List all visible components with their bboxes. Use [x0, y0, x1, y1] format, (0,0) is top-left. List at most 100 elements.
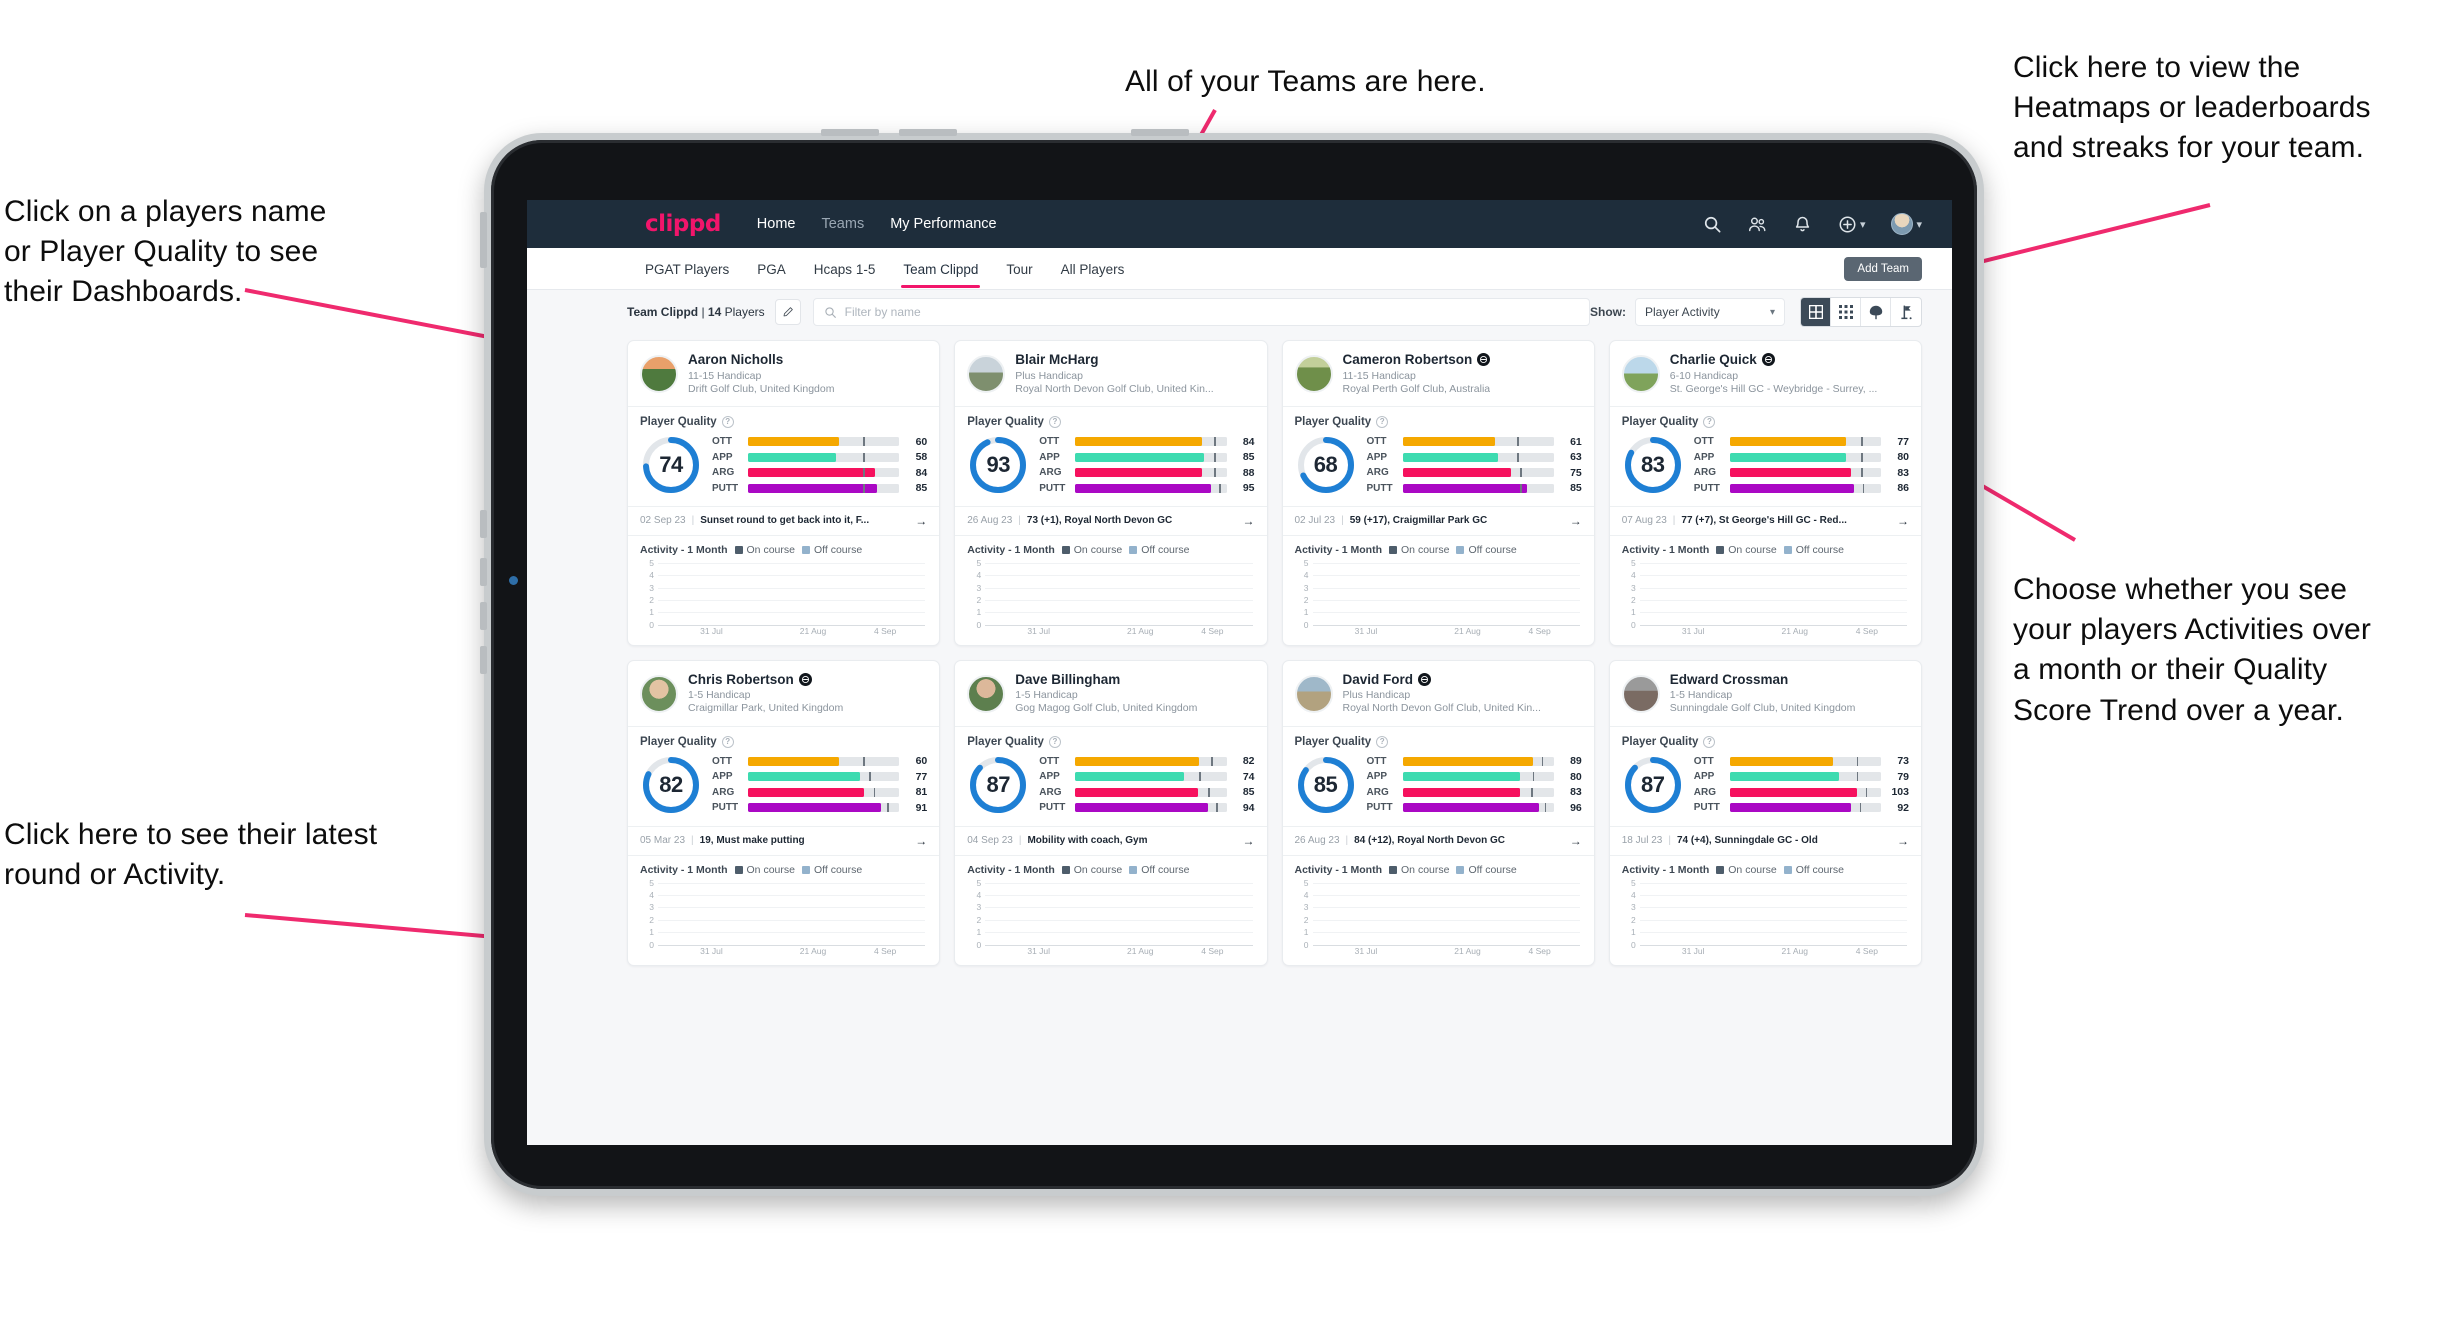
- quality-metric-row: PUTT 94: [1039, 802, 1254, 814]
- latest-round-row[interactable]: 05 Mar 23 | 19, Must make putting →: [628, 825, 940, 856]
- bell-icon[interactable]: [1793, 215, 1812, 234]
- metric-track: [1729, 772, 1881, 782]
- latest-round-row[interactable]: 04 Sep 23 | Mobility with coach, Gym →: [955, 825, 1267, 856]
- help-icon[interactable]: ?: [1048, 735, 1061, 748]
- arrow-right-icon[interactable]: →: [915, 514, 927, 528]
- player-card-header[interactable]: Cameron Robertson 11-15 Handicap Royal Per…: [1283, 341, 1594, 406]
- player-card-header[interactable]: David Ford Plus Handicap Royal North Devon…: [1283, 661, 1594, 726]
- edit-team-button[interactable]: [774, 299, 801, 325]
- search-input[interactable]: Filter by name: [812, 298, 1590, 326]
- player-card-header[interactable]: Aaron Nicholls 11-15 Handicap Drift Golf C…: [628, 341, 939, 406]
- nav-link-home[interactable]: Home: [757, 216, 796, 232]
- latest-round-row[interactable]: 26 Aug 23 | 84 (+12), Royal North Devon GC…: [1282, 825, 1594, 856]
- player-avatar[interactable]: [967, 354, 1006, 393]
- player-avatar[interactable]: [967, 674, 1006, 713]
- player-name[interactable]: David Ford: [1343, 672, 1541, 688]
- player-card-header[interactable]: Dave Billingham 1-5 Handicap Gog Magog Gol…: [955, 661, 1266, 726]
- player-name[interactable]: Blair McHarg: [1015, 352, 1213, 368]
- chevron-down-icon[interactable]: ▾: [1916, 218, 1922, 231]
- show-select[interactable]: Player Activity ▾: [1635, 298, 1785, 326]
- player-name[interactable]: Chris Robertson: [688, 672, 843, 688]
- volume-button: [821, 129, 879, 136]
- plus-circle-icon[interactable]: [1838, 215, 1857, 234]
- tab-tour[interactable]: Tour: [1006, 251, 1032, 287]
- player-avatar[interactable]: [1294, 354, 1333, 393]
- round-title: 84 (+12), Royal North Devon GC: [1354, 835, 1506, 847]
- player-quality-section[interactable]: Player Quality? 83 OTT 77 APP 80 ARG 83 PUTT 86: [1610, 407, 1921, 506]
- player-avatar[interactable]: [1294, 674, 1333, 713]
- x-axis: 31 Jul 21 Aug 4 Sep: [658, 626, 925, 639]
- help-icon[interactable]: ?: [1048, 415, 1061, 428]
- latest-round-row[interactable]: 02 Sep 23 | Sunset round to get back into …: [628, 505, 940, 536]
- player-card[interactable]: Blair McHarg Plus Handicap Royal North Dev…: [954, 340, 1268, 646]
- player-quality-section[interactable]: Player Quality? 93 OTT 84 APP 85 ARG 88 PUTT 95: [955, 407, 1266, 506]
- player-card-header[interactable]: Charlie Quick 6-10 Handicap St. George's H…: [1610, 341, 1921, 406]
- avatar[interactable]: [1891, 213, 1914, 235]
- view-mode-leaderboard[interactable]: [1891, 298, 1921, 326]
- arrow-right-icon[interactable]: →: [1570, 514, 1582, 528]
- tab-all-players[interactable]: All Players: [1061, 251, 1125, 287]
- player-card-header[interactable]: Chris Robertson 1-5 Handicap Craigmillar P…: [628, 661, 939, 726]
- tab-team-clippd[interactable]: Team Clippd: [901, 251, 981, 288]
- view-mode-heatmap[interactable]: [1861, 298, 1891, 326]
- arrow-right-icon[interactable]: →: [1570, 834, 1582, 848]
- clippd-logo[interactable]: clippd: [645, 211, 721, 237]
- add-team-button[interactable]: Add Team: [1844, 256, 1922, 281]
- latest-round-row[interactable]: 26 Aug 23 | 73 (+1), Royal North Devon GC →: [955, 505, 1267, 536]
- quality-metric-row: OTT 89: [1367, 755, 1582, 767]
- help-icon[interactable]: ?: [1376, 735, 1389, 748]
- player-name[interactable]: Aaron Nicholls: [688, 352, 834, 368]
- player-quality-section[interactable]: Player Quality? 87 OTT 73 APP 79 ARG 103 PUTT 92: [1610, 727, 1921, 826]
- player-card[interactable]: Charlie Quick 6-10 Handicap St. George's H…: [1608, 340, 1922, 646]
- help-icon[interactable]: ?: [721, 735, 734, 748]
- help-icon[interactable]: ?: [721, 415, 734, 428]
- help-icon[interactable]: ?: [1703, 735, 1716, 748]
- player-card[interactable]: Cameron Robertson 11-15 Handicap Royal Per…: [1281, 340, 1595, 646]
- player-name[interactable]: Charlie Quick: [1670, 352, 1878, 368]
- arrow-right-icon[interactable]: →: [1243, 834, 1255, 848]
- side-button: [480, 558, 487, 586]
- player-avatar[interactable]: [1621, 674, 1660, 713]
- chevron-down-icon[interactable]: ▾: [1860, 218, 1866, 231]
- player-quality-section[interactable]: Player Quality? 68 OTT 61 APP 63 ARG 75 PUTT 85: [1283, 407, 1594, 506]
- help-icon[interactable]: ?: [1703, 415, 1716, 428]
- nav-link-my-performance[interactable]: My Performance: [890, 216, 996, 232]
- people-icon[interactable]: [1748, 215, 1767, 234]
- tab-hcaps-1-5[interactable]: Hcaps 1-5: [814, 251, 876, 287]
- add-menu[interactable]: ▾: [1838, 215, 1866, 234]
- metric-benchmark-tick: [1859, 803, 1862, 813]
- arrow-right-icon[interactable]: →: [915, 834, 927, 848]
- arrow-right-icon[interactable]: →: [1897, 834, 1909, 848]
- view-mode-grid-small[interactable]: [1831, 298, 1861, 326]
- search-icon[interactable]: [1703, 215, 1722, 234]
- latest-round-row[interactable]: 18 Jul 23 | 74 (+4), Sunningdale GC - Old →: [1609, 825, 1921, 856]
- player-quality-section[interactable]: Player Quality? 82 OTT 60 APP 77 ARG 81 PUTT 91: [628, 727, 939, 826]
- player-quality-section[interactable]: Player Quality? 74 OTT 60 APP 58 ARG 84 PUTT 85: [628, 407, 939, 506]
- player-avatar[interactable]: [1621, 354, 1660, 393]
- help-icon[interactable]: ?: [1376, 415, 1389, 428]
- player-card[interactable]: David Ford Plus Handicap Royal North Devon…: [1281, 659, 1595, 966]
- nav-link-teams[interactable]: Teams: [821, 216, 864, 232]
- user-menu[interactable]: ▾: [1891, 213, 1922, 235]
- player-avatar[interactable]: [640, 674, 678, 713]
- latest-round-row[interactable]: 02 Jul 23 | 59 (+17), Craigmillar Park GC →: [1282, 505, 1594, 536]
- tab-pga[interactable]: PGA: [757, 251, 786, 287]
- player-card[interactable]: Aaron Nicholls 11-15 Handicap Drift Golf C…: [627, 340, 941, 646]
- latest-round-row[interactable]: 07 Aug 23 | 77 (+7), St George's Hill GC -…: [1609, 505, 1921, 536]
- player-card[interactable]: Chris Robertson 1-5 Handicap Craigmillar P…: [627, 659, 941, 966]
- player-quality-body: 83 OTT 77 APP 80 ARG 83 PUTT 86: [1622, 434, 1909, 496]
- arrow-right-icon[interactable]: →: [1897, 514, 1909, 528]
- arrow-right-icon[interactable]: →: [1243, 514, 1255, 528]
- player-name[interactable]: Cameron Robertson: [1343, 352, 1491, 368]
- player-name[interactable]: Edward Crossman: [1670, 672, 1856, 688]
- player-card-header[interactable]: Edward Crossman 1-5 Handicap Sunningdale G…: [1610, 661, 1921, 726]
- player-name[interactable]: Dave Billingham: [1015, 672, 1197, 688]
- player-card-header[interactable]: Blair McHarg Plus Handicap Royal North Dev…: [955, 341, 1266, 406]
- player-card[interactable]: Edward Crossman 1-5 Handicap Sunningdale G…: [1608, 659, 1922, 966]
- player-avatar[interactable]: [640, 354, 678, 393]
- view-mode-grid-large[interactable]: [1801, 298, 1831, 326]
- player-quality-section[interactable]: Player Quality? 87 OTT 82 APP 74 ARG 85 PUTT 94: [955, 727, 1266, 826]
- player-card[interactable]: Dave Billingham 1-5 Handicap Gog Magog Gol…: [954, 659, 1268, 966]
- player-quality-section[interactable]: Player Quality? 85 OTT 89 APP 80 ARG 83 PUTT 96: [1283, 727, 1594, 826]
- tab-pgat-players[interactable]: PGAT Players: [645, 251, 729, 287]
